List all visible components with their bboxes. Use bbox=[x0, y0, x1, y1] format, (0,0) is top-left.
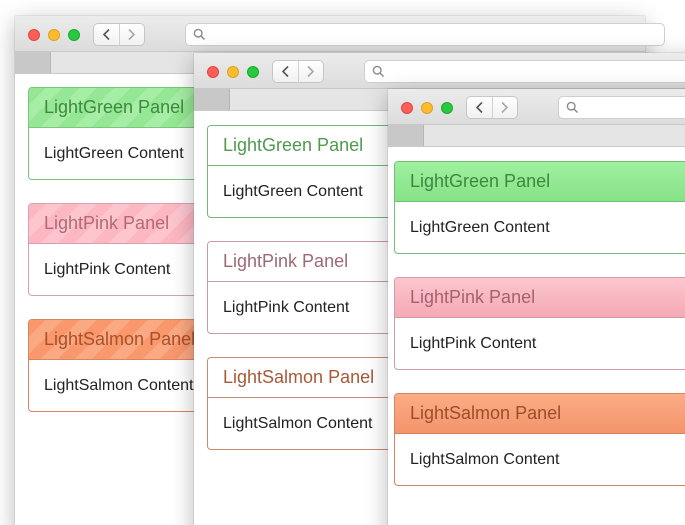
zoom-window-button[interactable] bbox=[441, 102, 453, 114]
title-bar bbox=[15, 16, 665, 52]
panel-lightgreen: LightGreen Panel LightGreen Content bbox=[394, 161, 685, 254]
back-button[interactable] bbox=[94, 24, 119, 45]
close-window-button[interactable] bbox=[28, 29, 40, 41]
forward-button[interactable] bbox=[297, 61, 324, 82]
panel-heading: LightSalmon Panel bbox=[395, 394, 685, 434]
chevron-left-icon bbox=[475, 101, 483, 114]
search-icon bbox=[193, 28, 206, 41]
address-bar[interactable] bbox=[558, 96, 685, 119]
title-bar bbox=[194, 53, 685, 89]
chevron-left-icon bbox=[102, 28, 110, 41]
close-window-button[interactable] bbox=[207, 66, 219, 78]
tab[interactable] bbox=[194, 89, 230, 110]
close-window-button[interactable] bbox=[401, 102, 413, 114]
title-bar bbox=[388, 89, 685, 125]
tab-strip bbox=[388, 125, 685, 147]
chevron-right-icon bbox=[128, 28, 136, 41]
page-content: LightGreen Panel LightGreen Content Ligh… bbox=[388, 147, 685, 525]
chevron-right-icon bbox=[501, 101, 509, 114]
panel-body: LightGreen Content bbox=[410, 219, 550, 236]
address-bar[interactable] bbox=[185, 23, 665, 46]
search-icon bbox=[372, 65, 385, 78]
address-bar[interactable] bbox=[364, 60, 685, 83]
panel-lightsalmon: LightSalmon Panel LightSalmon Content bbox=[394, 393, 685, 486]
zoom-window-button[interactable] bbox=[247, 66, 259, 78]
minimize-window-button[interactable] bbox=[227, 66, 239, 78]
navigation-buttons bbox=[272, 60, 324, 83]
panel-heading: LightPink Panel bbox=[395, 278, 685, 318]
panel-heading: LightGreen Panel bbox=[395, 162, 685, 202]
forward-button[interactable] bbox=[118, 24, 145, 45]
tab[interactable] bbox=[388, 125, 424, 146]
search-icon bbox=[566, 101, 579, 114]
chevron-left-icon bbox=[281, 65, 289, 78]
panel-body: LightSalmon Content bbox=[410, 451, 560, 468]
browser-window-gradient: LightGreen Panel LightGreen Content Ligh… bbox=[388, 89, 685, 525]
forward-button[interactable] bbox=[491, 97, 518, 118]
panel-lightpink: LightPink Panel LightPink Content bbox=[394, 277, 685, 370]
zoom-window-button[interactable] bbox=[68, 29, 80, 41]
minimize-window-button[interactable] bbox=[421, 102, 433, 114]
tab[interactable] bbox=[15, 52, 51, 73]
chevron-right-icon bbox=[307, 65, 315, 78]
desktop: LightGreen Panel LightGreen Content Ligh… bbox=[0, 0, 685, 525]
navigation-buttons bbox=[93, 23, 145, 46]
panel-body: LightPink Content bbox=[410, 335, 537, 352]
minimize-window-button[interactable] bbox=[48, 29, 60, 41]
back-button[interactable] bbox=[273, 61, 298, 82]
back-button[interactable] bbox=[467, 97, 492, 118]
navigation-buttons bbox=[466, 96, 518, 119]
